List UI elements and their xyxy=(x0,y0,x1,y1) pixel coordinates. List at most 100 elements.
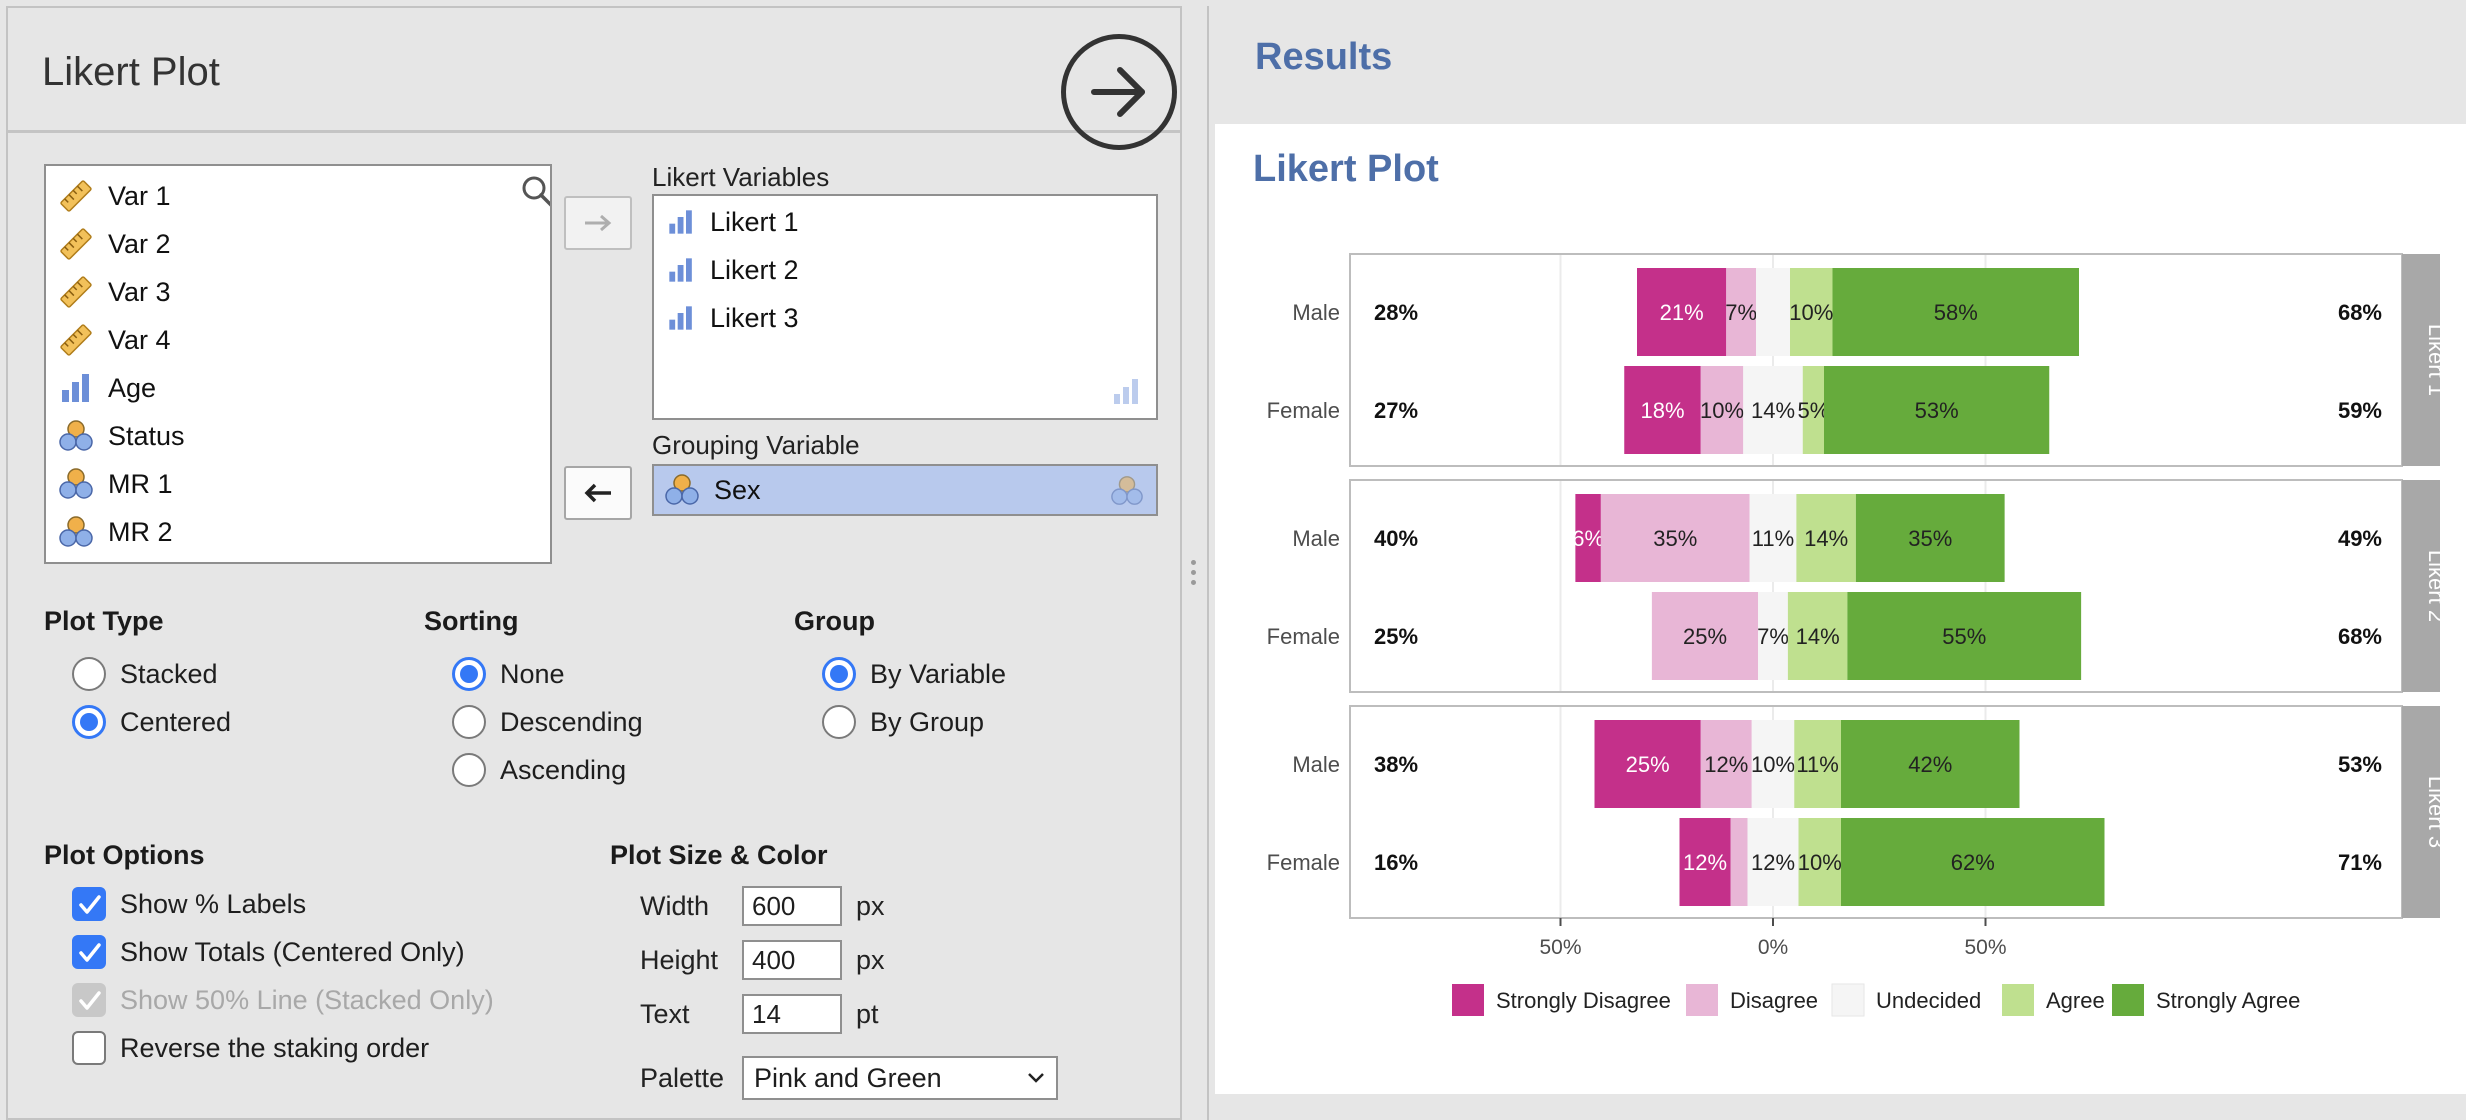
text-size-row: Text 14 pt xyxy=(640,992,879,1036)
run-arrow-button[interactable] xyxy=(1061,34,1177,150)
plot-options-title: Plot Options xyxy=(44,840,205,870)
ordinal-bars-icon xyxy=(58,370,94,406)
plot-title: Likert Plot xyxy=(1253,148,1439,190)
right-total: 68% xyxy=(2338,300,2382,325)
height-input[interactable]: 400 xyxy=(742,940,842,980)
show-totals-checkbox[interactable]: Show Totals (Centered Only) xyxy=(72,932,465,972)
legend-label: Strongly Agree xyxy=(2156,988,2300,1013)
left-total: 25% xyxy=(1374,624,1418,649)
facet-strip-label: Likert 2 xyxy=(2424,550,2449,622)
group-label: Male xyxy=(1292,526,1340,551)
nominal-circles-icon xyxy=(58,418,94,454)
likert-variable-item[interactable]: Likert 2 xyxy=(666,250,799,290)
bar-label: 14% xyxy=(1804,526,1848,551)
sorting-radio-ascending[interactable]: Ascending xyxy=(452,750,626,790)
move-to-likert-button[interactable] xyxy=(564,196,632,250)
likert-variable-item[interactable]: Likert 3 xyxy=(666,298,799,338)
right-total: 53% xyxy=(2338,752,2382,777)
legend-label: Undecided xyxy=(1876,988,1981,1013)
x-tick-label: 0% xyxy=(1758,936,1788,959)
legend-label: Agree xyxy=(2046,988,2105,1013)
ordinal-bars-icon xyxy=(666,207,696,237)
group-radio-by-group[interactable]: By Group xyxy=(822,702,984,742)
likert-variables-label: Likert Variables xyxy=(652,162,830,192)
bar-label: 10% xyxy=(1798,850,1842,875)
grouping-variable-label: Grouping Variable xyxy=(652,430,860,460)
ordinal-bars-icon xyxy=(1112,376,1142,411)
bar-label: 35% xyxy=(1653,526,1697,551)
source-variable-list[interactable]: Var 1 Var 2 Var 3 Var 4 Age Status MR 1 MR 2 xyxy=(44,164,552,564)
radio-button[interactable] xyxy=(822,657,856,691)
ordinal-bars-icon xyxy=(666,303,696,333)
text-size-input[interactable]: 14 xyxy=(742,994,842,1034)
checkbox-checked-disabled[interactable] xyxy=(72,983,106,1017)
right-total: 49% xyxy=(2338,526,2382,551)
legend-label: Strongly Disagree xyxy=(1496,988,1671,1013)
bar-label: 7% xyxy=(1757,624,1789,649)
source-variable-item[interactable]: Var 4 xyxy=(58,320,171,360)
radio-button[interactable] xyxy=(452,753,486,787)
sorting-radio-none[interactable]: None xyxy=(452,654,565,694)
source-variable-item-partial[interactable] xyxy=(58,560,108,564)
bar-label: 62% xyxy=(1951,850,1995,875)
likert-variables-list[interactable]: Likert 1 Likert 2 Likert 3 xyxy=(652,194,1158,420)
show-pct-labels-checkbox[interactable]: Show % Labels xyxy=(72,884,306,924)
group-label: Male xyxy=(1292,300,1340,325)
checkbox-unchecked[interactable] xyxy=(72,1031,106,1065)
grouping-variable-item[interactable]: Sex xyxy=(664,470,761,510)
legend-label: Disagree xyxy=(1730,988,1818,1013)
panel-header: Likert Plot xyxy=(8,8,1180,150)
panel-title: Likert Plot xyxy=(42,50,220,94)
plot-type-radio-centered[interactable]: Centered xyxy=(72,702,231,742)
group-label: Female xyxy=(1267,850,1340,875)
sorting-radio-descending[interactable]: Descending xyxy=(452,702,643,742)
bar-label: 21% xyxy=(1660,300,1704,325)
bar-label: 10% xyxy=(1751,752,1795,777)
source-variable-item[interactable]: MR 2 xyxy=(58,512,173,552)
plot-type-title: Plot Type xyxy=(44,606,164,636)
radio-button[interactable] xyxy=(452,657,486,691)
source-variable-item[interactable]: Var 1 xyxy=(58,176,171,216)
panel-splitter[interactable] xyxy=(1190,560,1198,590)
checkbox-checked[interactable] xyxy=(72,887,106,921)
source-variable-item[interactable]: Var 3 xyxy=(58,272,171,312)
bar-label: 11% xyxy=(1752,526,1794,551)
radio-button[interactable] xyxy=(72,657,106,691)
radio-button[interactable] xyxy=(72,705,106,739)
bar-label: 58% xyxy=(1934,300,1978,325)
bar-label: 25% xyxy=(1683,624,1727,649)
group-radio-by-variable[interactable]: By Variable xyxy=(822,654,1006,694)
checkbox-checked[interactable] xyxy=(72,935,106,969)
reverse-order-checkbox[interactable]: Reverse the staking order xyxy=(72,1028,429,1068)
nominal-circles-icon xyxy=(58,562,94,564)
ruler-icon xyxy=(58,226,94,262)
facet-strip-label: Likert 3 xyxy=(2424,776,2449,848)
arrow-left-icon xyxy=(584,483,611,503)
arrow-right-circle-icon xyxy=(1091,67,1145,117)
group-title: Group xyxy=(794,606,875,636)
show-50-line-checkbox[interactable]: Show 50% Line (Stacked Only) xyxy=(72,980,494,1020)
legend-swatch xyxy=(2112,984,2144,1016)
legend-swatch xyxy=(1831,983,1865,1017)
bar-label: 42% xyxy=(1908,752,1952,777)
source-variable-item[interactable]: Status xyxy=(58,416,185,456)
sorting-title: Sorting xyxy=(424,606,519,636)
width-input[interactable]: 600 xyxy=(742,886,842,926)
radio-button[interactable] xyxy=(822,705,856,739)
move-to-grouping-button[interactable] xyxy=(564,466,632,520)
likert-variable-item[interactable]: Likert 1 xyxy=(666,202,799,242)
radio-button[interactable] xyxy=(452,705,486,739)
grouping-variable-field[interactable]: Sex xyxy=(652,464,1158,516)
source-variable-item[interactable]: MR 1 xyxy=(58,464,173,504)
palette-select[interactable]: Pink and Green xyxy=(742,1056,1058,1100)
bar-label: 14% xyxy=(1751,398,1795,423)
source-variable-item[interactable]: Age xyxy=(58,368,156,408)
source-variable-item[interactable]: Var 2 xyxy=(58,224,171,264)
ordinal-bars-icon xyxy=(666,255,696,285)
nominal-circles-icon xyxy=(1110,474,1144,513)
bar-label: 25% xyxy=(1626,752,1670,777)
bar-segment xyxy=(1756,268,1790,356)
search-icon[interactable] xyxy=(520,174,550,213)
options-panel: Likert Plot Var 1 Var 2 Var 3 Var 4 Age Statu… xyxy=(6,6,1182,1120)
plot-type-radio-stacked[interactable]: Stacked xyxy=(72,654,218,694)
